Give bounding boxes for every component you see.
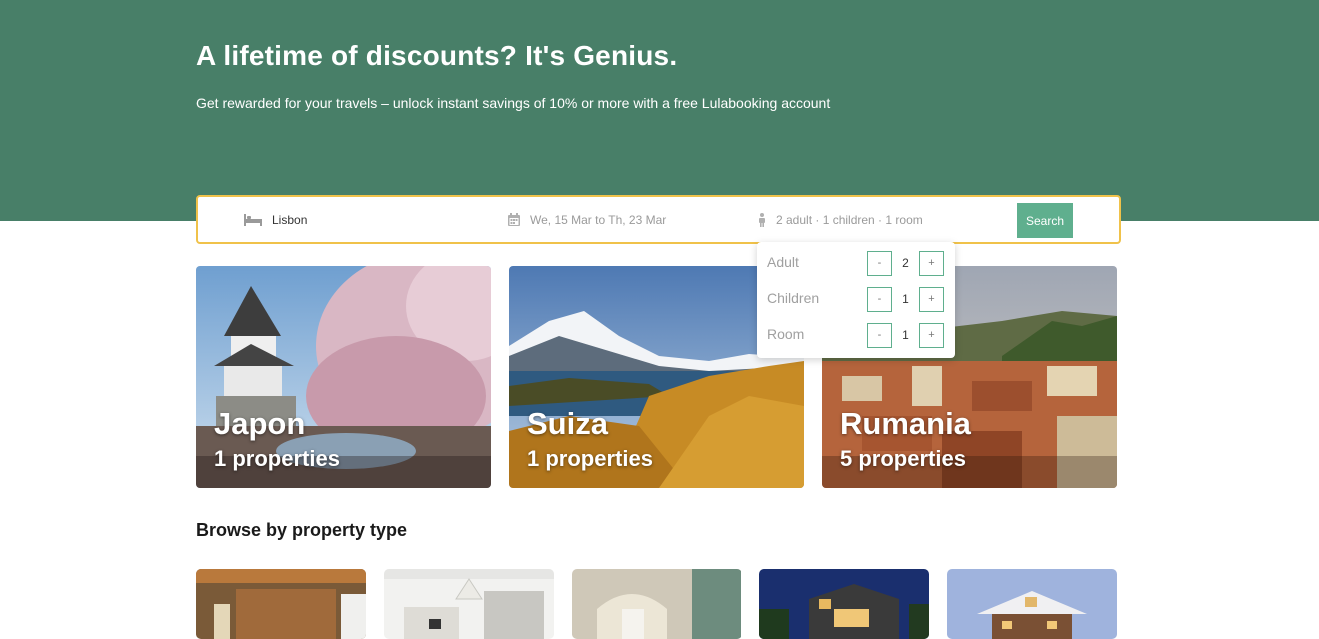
- guest-row-label: Room: [767, 326, 805, 342]
- adult-increment-button[interactable]: +: [919, 251, 944, 276]
- guests-field[interactable]: 2 adult · 1 children · 1 room: [758, 197, 923, 242]
- date-range-field[interactable]: We, 15 Mar to Th, 23 Mar: [508, 197, 666, 242]
- guest-picker-popup: Adult - 2 + Children - 1 + Room - 1 +: [757, 242, 955, 358]
- date-range-value: We, 15 Mar to Th, 23 Mar: [530, 212, 667, 227]
- adult-count: 2: [902, 256, 909, 270]
- children-decrement-button[interactable]: -: [867, 287, 892, 312]
- property-type-card[interactable]: [759, 569, 929, 639]
- search-button[interactable]: Search: [1017, 203, 1073, 238]
- search-bar: Lisbon We, 15 Mar to Th, 23 Mar 2 adult …: [196, 195, 1121, 244]
- destination-count: 5 properties: [840, 446, 966, 471]
- destination-name: Rumania: [840, 406, 971, 441]
- room-count: 1: [902, 328, 909, 342]
- property-type-card[interactable]: [196, 569, 366, 639]
- villa-night-image: [759, 569, 929, 639]
- guest-row-children: Children - 1 +: [757, 287, 955, 315]
- guest-row-label: Children: [767, 290, 820, 306]
- room-decrement-button[interactable]: -: [867, 323, 892, 348]
- guest-row-room: Room - 1 +: [757, 323, 955, 351]
- property-type-card[interactable]: [384, 569, 554, 639]
- guests-value: 2 adult · 1 children · 1 room: [776, 212, 923, 227]
- apartment-kitchen-image: [384, 569, 554, 639]
- property-type-card[interactable]: [947, 569, 1117, 639]
- guest-row-adult: Adult - 2 +: [757, 251, 955, 279]
- destination-count: 1 properties: [527, 446, 653, 471]
- children-count: 1: [902, 292, 909, 306]
- destination-card-japon[interactable]: Japon 1 properties: [196, 266, 491, 488]
- resort-interior-image: [572, 569, 741, 639]
- hotel-room-image: [196, 569, 366, 639]
- destination-value: Lisbon: [272, 212, 308, 227]
- children-increment-button[interactable]: +: [919, 287, 944, 312]
- destination-name: Japon: [214, 406, 306, 441]
- person-icon: [759, 212, 765, 227]
- hero-subtitle: Get rewarded for your travels – unlock i…: [196, 95, 831, 111]
- chalet-image: [947, 569, 1117, 639]
- room-increment-button[interactable]: +: [919, 323, 944, 348]
- hero-title: A lifetime of discounts? It's Genius.: [196, 40, 678, 71]
- destination-field[interactable]: Lisbon: [244, 197, 307, 242]
- destination-count: 1 properties: [214, 446, 340, 471]
- guest-row-label: Adult: [767, 254, 799, 270]
- bed-icon: [244, 213, 262, 226]
- calendar-icon: [508, 213, 520, 226]
- adult-decrement-button[interactable]: -: [867, 251, 892, 276]
- hero-banner: A lifetime of discounts? It's Genius. Ge…: [0, 0, 1319, 221]
- property-type-heading: Browse by property type: [196, 520, 408, 540]
- destination-name: Suiza: [527, 406, 608, 441]
- property-type-card[interactable]: [572, 569, 742, 639]
